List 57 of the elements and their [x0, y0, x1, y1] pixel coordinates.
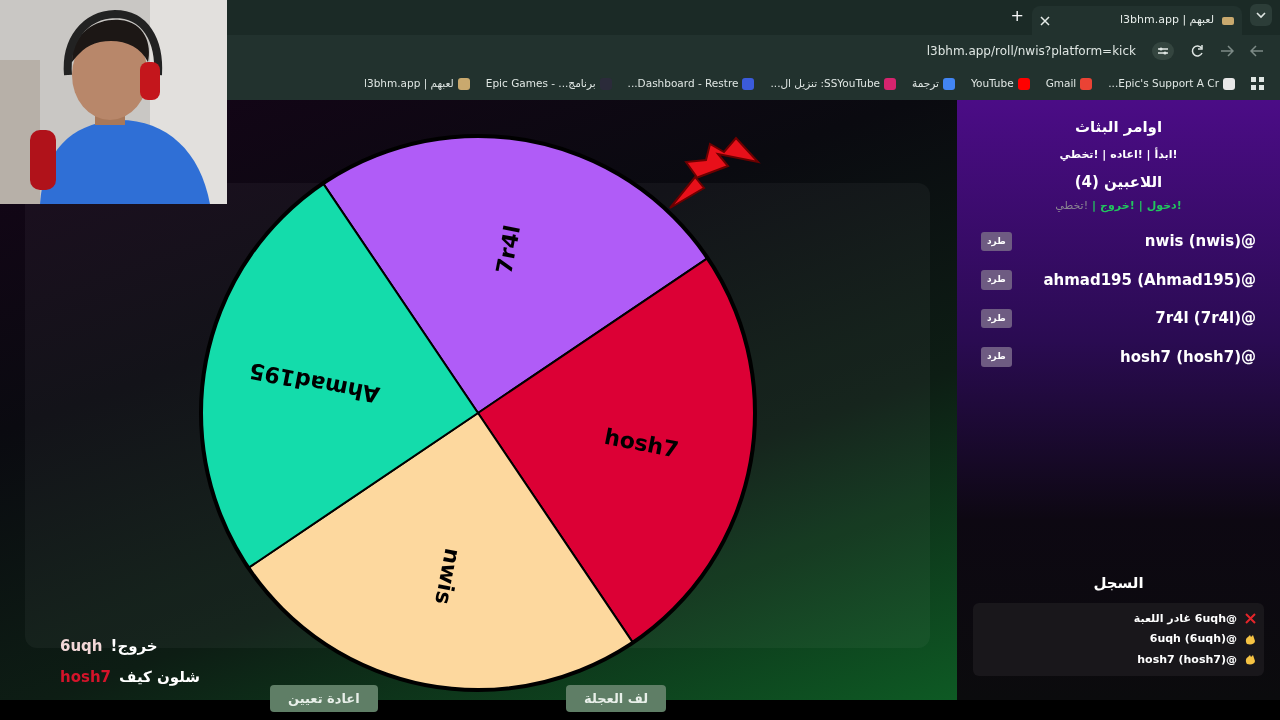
sidebar-title: اوامر البثاث	[1074, 117, 1163, 138]
chat-username: hosh7	[60, 666, 112, 688]
bookmark-icon	[1017, 77, 1030, 90]
bookmark-icon	[1223, 77, 1235, 90]
tab-list-button[interactable]	[1250, 4, 1272, 26]
browser-tab[interactable]: لعبهم | l3bhm.app	[1032, 6, 1242, 35]
chat-username: 6uqh	[60, 636, 103, 657]
site-settings-icon[interactable]	[1152, 42, 1174, 60]
segment-label: hosh7	[602, 423, 681, 463]
command-label: |	[1138, 197, 1143, 214]
cross-icon	[1245, 613, 1256, 625]
log-entry: @hosh7 (hosh7)	[1137, 651, 1237, 668]
bookmark[interactable]: لعبهم | l3bhm.app	[364, 75, 470, 92]
game-button[interactable]: اعادة تعيين	[270, 684, 378, 712]
bookmark[interactable]: Epic's Support A Cr...	[1108, 75, 1235, 92]
kick-button[interactable]: طرد	[981, 347, 1012, 367]
kick-button[interactable]: طرد	[981, 270, 1012, 290]
player-name: @ahmad195 (Ahmad195)	[1043, 269, 1256, 291]
segment-label: nwis	[430, 546, 466, 607]
back-icon[interactable]	[1220, 45, 1234, 57]
command-label: !دخول	[1146, 197, 1182, 214]
log-title: السجل	[1093, 573, 1144, 594]
apps-icon[interactable]	[1251, 77, 1264, 90]
bookmark[interactable]: Dashboard - Restre...	[627, 75, 755, 92]
bookmark-icon	[884, 77, 897, 90]
bookmark[interactable]: ترجمة	[912, 75, 955, 92]
segment-label: 7r4l	[491, 223, 526, 276]
bookmark-icon	[942, 77, 955, 90]
bookmark[interactable]: Gmail	[1045, 75, 1093, 92]
players-title: اللاعبين (4)	[1074, 172, 1163, 193]
chat-message: شلون كيف	[119, 666, 201, 688]
command-label: !خروج	[1100, 197, 1135, 214]
tab-title: لعبهم | l3bhm.app	[1119, 12, 1214, 29]
reload-icon[interactable]	[1190, 44, 1204, 58]
command-list: !ابدأ | !اعاده | !تخطي	[1059, 146, 1178, 163]
command-label: |	[1092, 197, 1097, 214]
player-name: @7r4l (7r4l)	[1155, 308, 1256, 329]
favicon-icon	[1222, 16, 1234, 25]
forward-icon[interactable]	[1250, 45, 1264, 57]
address-bar[interactable]: l3bhm.app/roll/nwis?platform=kick	[926, 42, 1136, 60]
bookmark[interactable]: برنامج... - Epic Games	[485, 75, 612, 92]
new-tab-button[interactable]: +	[1010, 8, 1024, 24]
command-label: !تخطي	[1055, 197, 1089, 214]
bookmark-icon	[1080, 77, 1093, 90]
kick-button[interactable]: طرد	[981, 231, 1012, 251]
log-entry: @6uqh غادر اللعبة	[1133, 610, 1237, 627]
game-button[interactable]: لف العجلة	[566, 684, 667, 712]
bookmark[interactable]: SSYouTube: تنزيل ال...	[770, 75, 897, 92]
chat-message: خروج!	[110, 636, 158, 657]
player-name: @nwis (nwis)	[1144, 231, 1256, 252]
bookmark[interactable]: YouTube	[970, 75, 1030, 92]
log-entry: @6uqh (6uqh)	[1149, 631, 1237, 647]
bookmark-icon	[457, 77, 470, 90]
kick-button[interactable]: طرد	[981, 308, 1012, 328]
player-name: @hosh7 (hosh7)	[1120, 346, 1256, 368]
close-icon[interactable]	[1040, 15, 1050, 26]
bookmark-icon	[742, 77, 755, 90]
